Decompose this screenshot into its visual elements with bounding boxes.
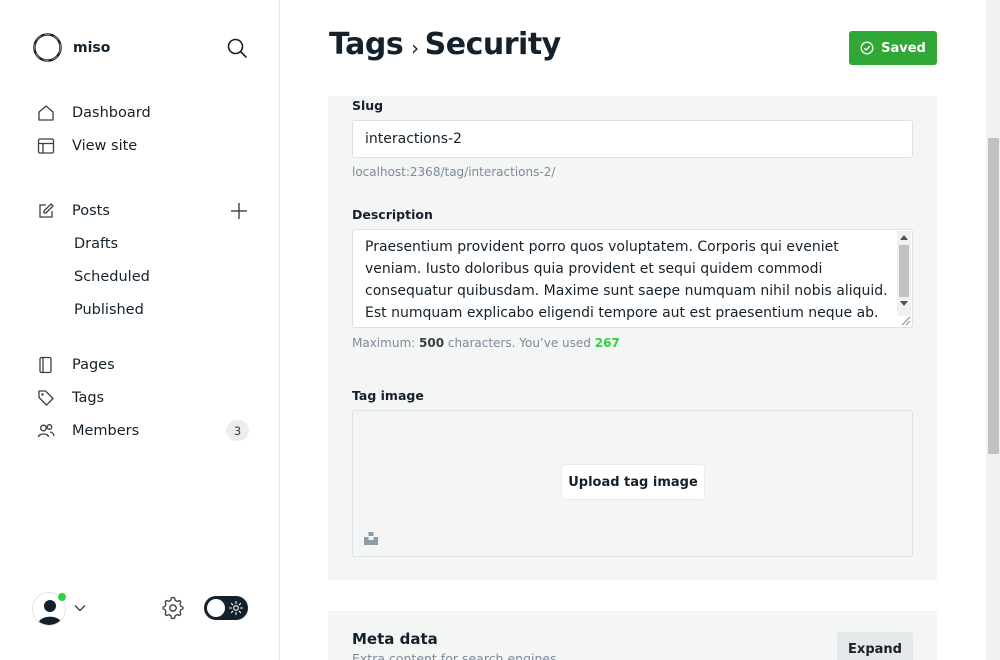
sidebar-item-members[interactable]: Members — [36, 419, 139, 443]
expand-button[interactable]: Expand — [837, 632, 913, 660]
scroll-up-arrow-icon[interactable] — [900, 235, 908, 240]
members-icon — [36, 421, 56, 441]
textarea-scroll-thumb[interactable] — [899, 245, 909, 297]
description-text: Praesentium provident porro quos volupta… — [365, 239, 888, 321]
sidebar-item-tags[interactable]: Tags — [36, 386, 104, 410]
sidebar-item-pages[interactable]: Pages — [36, 353, 115, 377]
sidebar-item-label: Posts — [72, 203, 110, 219]
breadcrumb: Tags › Security — [329, 27, 561, 62]
resize-grip-icon[interactable] — [899, 314, 911, 326]
slug-label: Slug — [352, 98, 384, 113]
brand[interactable]: miso — [32, 32, 110, 63]
char-used-count: 267 — [594, 336, 620, 350]
sidebar-item-label: Dashboard — [72, 105, 151, 121]
sidebar: miso Dashboard View site Posts Drafts Sc… — [0, 0, 280, 660]
gear-icon[interactable] — [161, 596, 185, 620]
sun-icon — [228, 600, 244, 616]
slug-url-preview: localhost:2368/tag/interactions-2/ — [352, 165, 556, 179]
breadcrumb-separator: › — [411, 35, 419, 60]
scroll-down-arrow-icon[interactable] — [900, 301, 908, 306]
toggle-knob — [207, 599, 225, 617]
home-icon — [36, 103, 56, 123]
slug-input[interactable] — [352, 120, 913, 158]
sidebar-item-label: Tags — [72, 390, 105, 406]
tag-icon — [36, 388, 56, 408]
meta-data-panel: Meta data Extra content for search engin… — [328, 611, 937, 660]
search-icon[interactable] — [226, 37, 248, 59]
tag-image-dropzone[interactable]: Upload tag image — [352, 410, 913, 557]
breadcrumb-parent[interactable]: Tags — [329, 27, 404, 62]
sidebar-item-label: Pages — [72, 357, 115, 373]
description-label: Description — [352, 207, 433, 222]
sidebar-item-scheduled[interactable]: Scheduled — [74, 266, 150, 288]
theme-toggle[interactable] — [204, 596, 248, 620]
sidebar-item-drafts[interactable]: Drafts — [74, 233, 118, 255]
page-title: Security — [424, 27, 562, 62]
saved-button[interactable]: Saved — [849, 31, 937, 65]
edit-icon — [36, 201, 56, 221]
check-circle-icon — [860, 41, 874, 55]
sidebar-item-label: Members — [72, 423, 140, 439]
char-max: 500 — [419, 336, 445, 350]
char-hint-prefix: Maximum: — [352, 336, 416, 350]
upload-tag-image-button[interactable]: Upload tag image — [562, 465, 704, 499]
main-content: Tags › Security Saved Slug localhost:236… — [281, 0, 986, 660]
sidebar-item-posts[interactable]: Posts — [36, 199, 110, 223]
layout-icon — [36, 136, 56, 156]
sidebar-item-dashboard[interactable]: Dashboard — [36, 101, 151, 125]
sidebar-item-published[interactable]: Published — [74, 299, 144, 321]
page-icon — [36, 355, 56, 375]
meta-data-title: Meta data — [352, 630, 438, 648]
chevron-down-icon[interactable] — [73, 601, 87, 615]
char-hint-middle: characters. You’ve used — [447, 336, 591, 350]
window-scroll-thumb[interactable] — [988, 138, 999, 454]
description-textarea[interactable]: Praesentium provident porro quos volupta… — [352, 229, 913, 328]
tag-settings-panel: Slug localhost:2368/tag/interactions-2/ … — [328, 96, 937, 580]
character-count-hint: Maximum: 500 characters. You’ve used 267 — [352, 336, 620, 350]
brand-logo-icon — [33, 33, 62, 62]
unsplash-icon[interactable] — [364, 531, 378, 545]
meta-data-subtitle: Extra content for search engines — [352, 651, 557, 660]
online-status-dot — [57, 592, 67, 602]
sidebar-item-view-site[interactable]: View site — [36, 134, 137, 158]
sidebar-item-label: View site — [72, 138, 138, 154]
brand-name: miso — [73, 39, 111, 56]
saved-label: Saved — [881, 40, 926, 56]
tag-image-label: Tag image — [352, 388, 424, 403]
add-post-icon[interactable] — [228, 200, 250, 222]
members-count-badge: 3 — [226, 420, 249, 441]
